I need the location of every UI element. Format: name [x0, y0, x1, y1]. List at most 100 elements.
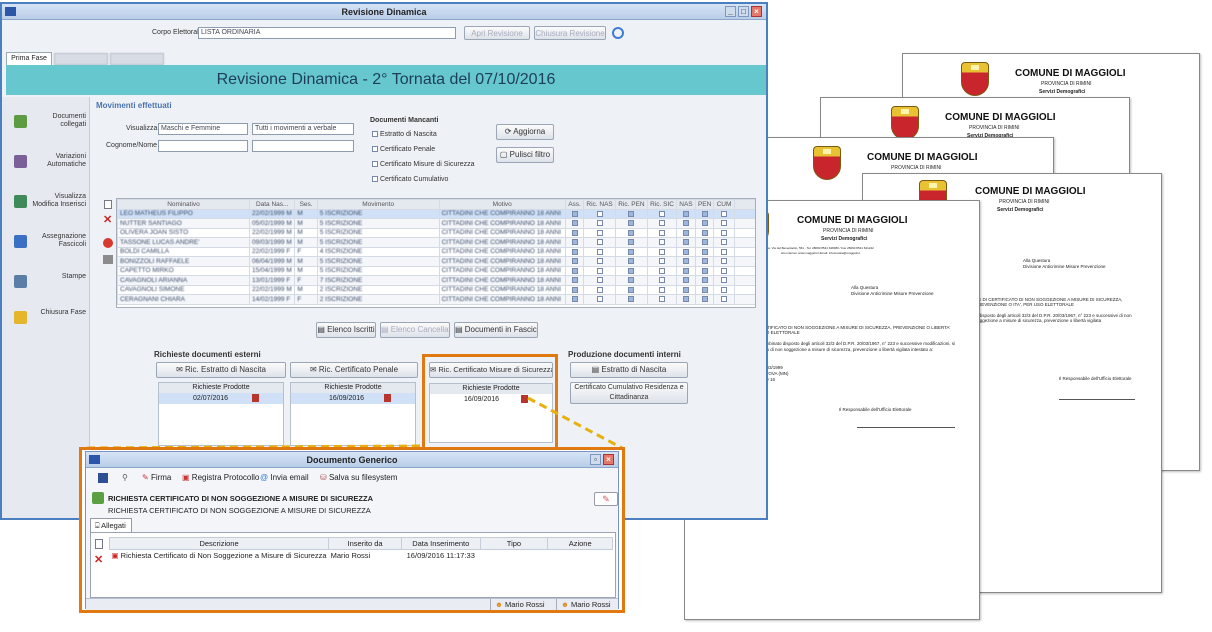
sidebar-item-assegnazione[interactable]: Assegnazione Fascicoli — [8, 229, 88, 259]
visualizza-select[interactable]: Maschi e Femmine — [158, 123, 248, 135]
filter-misure-sicurezza[interactable]: Certificato Misure di Sicurezza — [372, 161, 474, 168]
grid-checkbox[interactable] — [701, 267, 708, 274]
sidebar-item-documenti[interactable]: Documenti collegati — [8, 109, 88, 139]
grid-checkbox[interactable] — [721, 248, 727, 255]
sidebar-item-visualizza[interactable]: Visualizza Modifica Inserisci — [8, 189, 88, 219]
apri-revisione-button[interactable]: Apri Revisione — [464, 26, 530, 40]
richiesta-row[interactable]: 02/07/2016 — [159, 393, 283, 404]
grid-checkbox[interactable] — [721, 277, 727, 284]
maximize-button[interactable]: □ — [738, 6, 749, 17]
allegati-col-header[interactable]: Inserito da — [328, 537, 403, 550]
grid-checkbox[interactable] — [596, 248, 603, 255]
salva-filesystem-button[interactable]: ⛁ Salva su filesystem — [320, 469, 397, 487]
grid-row[interactable]: OLIVERA JOAN SISTO 22/02/1999 MM5 ISCRIZI… — [117, 227, 755, 238]
tab-prima-fase[interactable]: Prima Fase — [6, 52, 52, 65]
ric-estratto-nascita-button[interactable]: ✉ Ric. Estratto di Nascita — [156, 362, 286, 378]
grid-checkbox[interactable] — [682, 286, 689, 293]
grid-header-cell[interactable]: Ric. NAS — [583, 199, 617, 210]
grid-checkbox[interactable] — [596, 258, 603, 265]
close-button[interactable]: × — [751, 6, 762, 17]
grid-checkbox[interactable] — [701, 210, 708, 217]
grid-checkbox[interactable] — [701, 220, 708, 227]
grid-checkbox[interactable] — [659, 267, 665, 274]
allegati-row[interactable]: ▣ Richiesta Certificato di Non Soggezion… — [110, 550, 613, 562]
delete-attachment-icon[interactable]: ✕ — [94, 553, 103, 566]
grid-header-cell[interactable]: Nominativo — [117, 199, 250, 210]
grid-checkbox[interactable] — [596, 277, 603, 284]
grid-header-cell[interactable]: Ses. — [294, 199, 318, 210]
grid-checkbox[interactable] — [721, 267, 727, 274]
grid-checkbox[interactable] — [596, 286, 603, 293]
grid-checkbox[interactable] — [682, 258, 689, 265]
ric-misure-sicurezza-button[interactable]: ✉ Ric. Certificato Misure di Sicurezza — [429, 362, 553, 378]
grid-checkbox[interactable] — [721, 229, 727, 236]
grid-header-cell[interactable]: NAS — [676, 199, 696, 210]
tab-seconda-fase[interactable] — [54, 53, 108, 65]
grid-checkbox[interactable] — [701, 239, 708, 246]
grid-checkbox[interactable] — [596, 239, 603, 246]
documenti-fascicoli-button[interactable]: ▤ Documenti in Fascicoli — [454, 322, 538, 338]
chiusura-revisione-button[interactable]: Chiusura Revisione — [534, 26, 606, 40]
grid-checkbox[interactable] — [571, 296, 578, 303]
grid-checkbox[interactable] — [659, 220, 665, 227]
certificato-cumulativo-button[interactable]: Certificato Cumulativo Residenza e Citta… — [570, 382, 688, 404]
grid-header-cell[interactable] — [733, 199, 755, 210]
grid-checkbox[interactable] — [628, 210, 635, 217]
grid-checkbox[interactable] — [701, 258, 708, 265]
attachment-icon[interactable]: ✎ — [594, 492, 618, 506]
grid-checkbox[interactable] — [682, 267, 689, 274]
grid-checkbox[interactable] — [596, 229, 603, 236]
grid-row[interactable]: CAVAGNOLI ARIANNA 13/01/1999 FF7 ISCRIZIO… — [117, 275, 755, 286]
grid-checkbox[interactable] — [628, 277, 635, 284]
grid-checkbox[interactable] — [571, 277, 578, 284]
grid-header-cell[interactable]: Movimento — [316, 199, 440, 210]
allegati-col-header[interactable]: Data Inserimento — [401, 537, 481, 550]
grid-checkbox[interactable] — [571, 239, 578, 246]
allegati-col-header[interactable]: Tipo — [479, 537, 549, 550]
grid-row[interactable]: CAVAGNOLI SIMONE 22/02/1999 MM2 ISCRIZION… — [117, 284, 755, 295]
grid-row[interactable]: CAPETTO MIRKO 15/04/1999 MM5 ISCRIZIONE CI… — [117, 265, 755, 276]
grid-checkbox[interactable] — [659, 296, 665, 303]
grid-checkbox[interactable] — [596, 267, 603, 274]
grid-checkbox[interactable] — [628, 286, 635, 293]
refresh-icon[interactable] — [612, 27, 624, 39]
sidebar-item-variazioni[interactable]: Variazioni Automatiche — [8, 149, 88, 179]
new-row-icon[interactable] — [104, 200, 112, 209]
grid-checkbox[interactable] — [659, 239, 665, 246]
grid-checkbox[interactable] — [596, 210, 603, 217]
grid-row[interactable]: TASSONE LUCAS ANDRE' 09/03/1999 MM5 ISCRI… — [117, 237, 755, 248]
grid-checkbox[interactable] — [659, 229, 665, 236]
grid-checkbox[interactable] — [628, 220, 635, 227]
allegati-col-header[interactable]: Azione — [547, 537, 613, 550]
grid-header-cell[interactable]: PEN — [694, 199, 715, 210]
grid-icon[interactable] — [103, 255, 113, 264]
save-icon[interactable] — [98, 473, 108, 483]
grid-row[interactable]: NUTTER SANTIAGO 05/02/1999 MM5 ISCRIZIONE… — [117, 218, 755, 229]
grid-checkbox[interactable] — [571, 267, 578, 274]
grid-checkbox[interactable] — [596, 296, 603, 303]
grid-checkbox[interactable] — [596, 220, 603, 227]
grid-checkbox[interactable] — [682, 296, 689, 303]
richiesta-row[interactable]: 16/09/2016 — [291, 393, 415, 404]
grid-checkbox[interactable] — [682, 239, 689, 246]
cognome-input[interactable] — [158, 140, 248, 152]
tab-terza-fase[interactable] — [110, 53, 164, 65]
grid-checkbox[interactable] — [721, 210, 727, 217]
aggiorna-button[interactable]: ⟳ Aggiorna — [496, 124, 554, 140]
grid-checkbox[interactable] — [628, 267, 635, 274]
corpo-elettorale-select[interactable]: LISTA ORDINARIA — [198, 27, 456, 39]
grid-checkbox[interactable] — [628, 239, 635, 246]
popup-restore-button[interactable]: ▫ — [590, 454, 601, 465]
grid-checkbox[interactable] — [571, 248, 578, 255]
grid-checkbox[interactable] — [659, 286, 665, 293]
grid-checkbox[interactable] — [721, 296, 727, 303]
grid-checkbox[interactable] — [701, 277, 708, 284]
minimize-button[interactable]: _ — [725, 6, 736, 17]
grid-checkbox[interactable] — [571, 220, 578, 227]
grid-header-cell[interactable]: Data Nas... — [248, 199, 296, 210]
grid-checkbox[interactable] — [682, 220, 689, 227]
grid-checkbox[interactable] — [701, 248, 708, 255]
grid-checkbox[interactable] — [659, 258, 665, 265]
grid-checkbox[interactable] — [701, 286, 708, 293]
elenco-iscritti-button[interactable]: ▤ Elenco Iscritti — [316, 322, 376, 338]
